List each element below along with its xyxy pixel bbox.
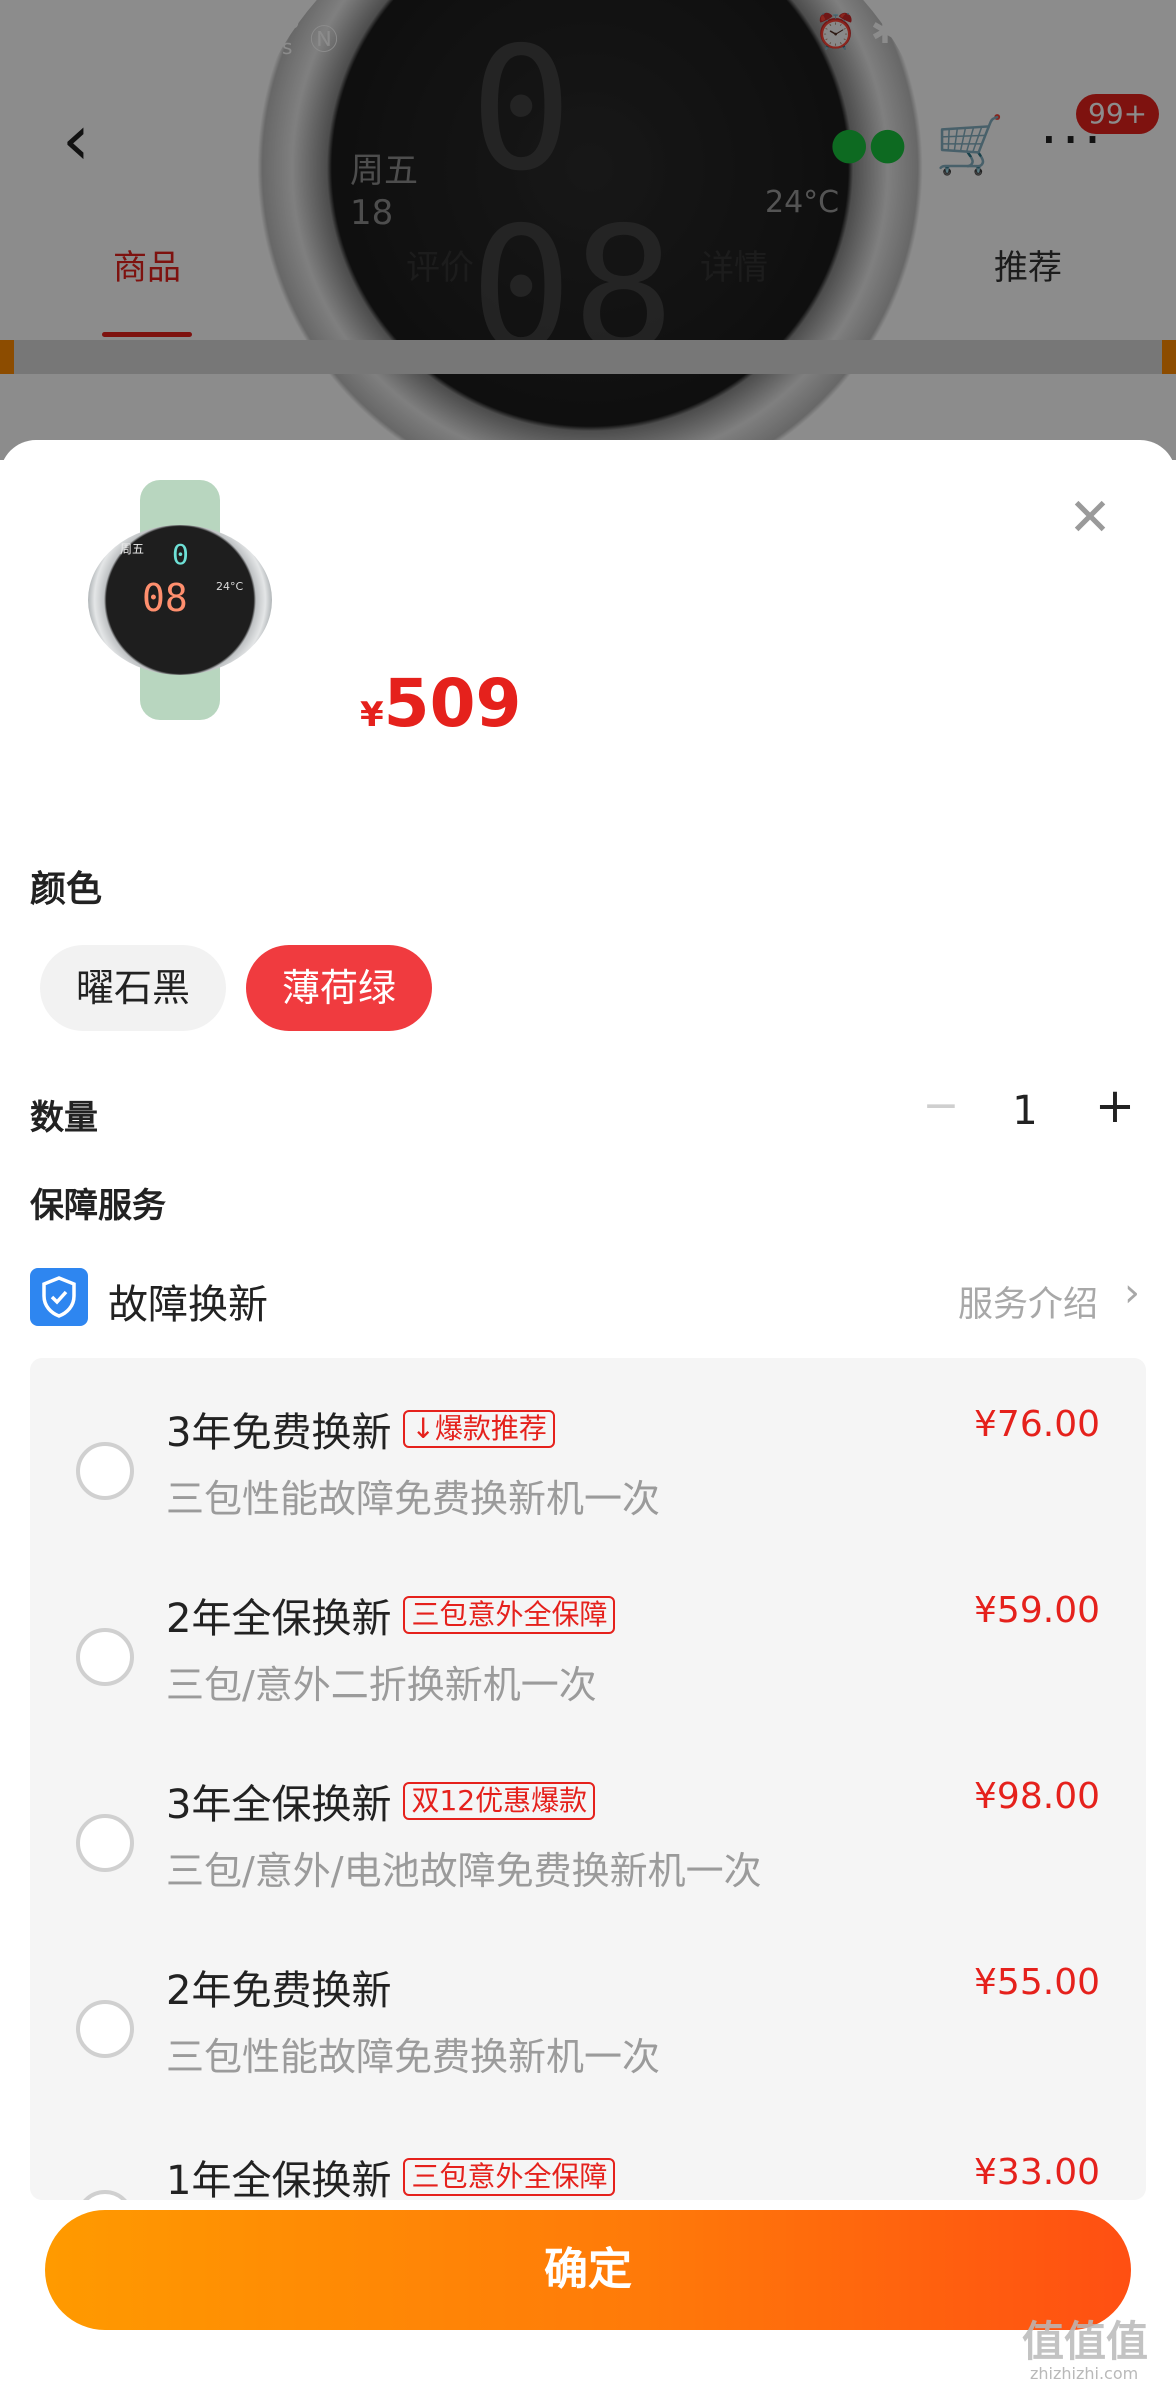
plan-title-row: 3年全保换新 双12优惠爆款 <box>166 1772 596 1830</box>
thumb-day: 周五 <box>120 542 145 556</box>
plan-tag: ↓爆款推荐 <box>403 1410 555 1448</box>
service-name: 故障换新 <box>108 1282 268 1328</box>
plan-item[interactable]: 2年免费换新 三包性能故障免费换新机一次 ¥55.00 <box>30 1938 1146 2124</box>
quantity-value[interactable]: 1 <box>1000 1088 1050 1134</box>
plan-radio[interactable] <box>76 2000 134 2058</box>
service-section-title: 保障服务 <box>30 1186 166 1226</box>
plan-title: 2年全保换新 <box>166 1596 392 1642</box>
color-section-title: 颜色 <box>30 869 103 910</box>
plan-title-row: 2年免费换新 <box>166 1958 391 2016</box>
thumb-temp: 24°C <box>216 580 244 593</box>
plan-tag: 双12优惠爆款 <box>403 1782 596 1820</box>
plan-title-row: 3年免费换新 ↓爆款推荐 <box>166 1400 555 1458</box>
plan-price: ¥98.00 <box>974 1776 1100 1817</box>
confirm-button[interactable]: 确定 <box>45 2210 1131 2330</box>
price-currency: ¥ <box>360 695 384 735</box>
modal-overlay[interactable] <box>0 0 1176 460</box>
watermark-logo: 值值值 <box>1022 2317 1149 2366</box>
price-value: 509 <box>383 665 522 742</box>
color-option-mint-green[interactable]: 薄荷绿 <box>246 945 432 1031</box>
plan-description: 三包/意外二折换新机一次 <box>166 1663 597 1707</box>
plan-price: ¥59.00 <box>974 1590 1100 1631</box>
color-option-black[interactable]: 曜石黑 <box>40 945 226 1031</box>
close-icon[interactable]: ✕ <box>1060 488 1120 548</box>
thumb-minute: 08 <box>142 576 188 620</box>
plan-title-row: 2年全保换新 三包意外全保障 <box>166 1586 616 1644</box>
plan-title: 3年免费换新 <box>166 1410 392 1456</box>
plan-radio[interactable] <box>76 1628 134 1686</box>
plan-title: 3年全保换新 <box>166 1782 392 1828</box>
plan-item[interactable]: 2年全保换新 三包意外全保障 三包/意外二折换新机一次 ¥59.00 <box>30 1566 1146 1752</box>
plan-description: 三包/意外/电池故障免费换新机一次 <box>166 1849 762 1893</box>
shield-icon <box>30 1268 88 1326</box>
service-intro-link[interactable]: 服务介绍 <box>958 1276 1098 1327</box>
product-thumbnail: 周五 0 08 24°C <box>80 480 280 720</box>
confirm-bar: 确定 <box>0 2200 1176 2400</box>
plan-description: 三包性能故障免费换新机一次 <box>166 1477 661 1521</box>
quantity-increment-button[interactable]: + <box>1090 1078 1140 1134</box>
plan-item[interactable]: 1年全保换新 三包意外全保障 ¥33.00 <box>30 2128 1146 2200</box>
plan-item[interactable]: 3年全保换新 双12优惠爆款 三包/意外/电池故障免费换新机一次 ¥98.00 <box>30 1752 1146 1938</box>
plan-radio[interactable] <box>76 1442 134 1500</box>
plan-price: ¥33.00 <box>974 2152 1100 2193</box>
service-plan-list: 3年免费换新 ↓爆款推荐 三包性能故障免费换新机一次 ¥76.00 2年全保换新… <box>30 1358 1146 2200</box>
plan-title: 2年免费换新 <box>166 1968 392 2014</box>
chevron-right-icon[interactable]: › <box>1124 1270 1140 1316</box>
watermark-url: zhizhizhi.com <box>1030 2364 1139 2383</box>
quantity-decrement-button[interactable]: − <box>916 1080 966 1131</box>
plan-title: 1年全保换新 <box>166 2158 392 2200</box>
plan-tag: 三包意外全保障 <box>403 2158 616 2196</box>
price: ¥509 <box>360 665 521 742</box>
thumb-hour: 0 <box>172 538 189 571</box>
plan-title-row: 1年全保换新 三包意外全保障 <box>166 2148 616 2200</box>
plan-tag: 三包意外全保障 <box>403 1596 616 1634</box>
quantity-label: 数量 <box>30 1098 98 1138</box>
sku-selection-sheet: ✕ 周五 0 08 24°C ¥509 颜色 曜石黑 薄荷绿 数量 − 1 + … <box>0 440 1176 2400</box>
plan-description: 三包性能故障免费换新机一次 <box>166 2035 661 2079</box>
plan-item[interactable]: 3年免费换新 ↓爆款推荐 三包性能故障免费换新机一次 ¥76.00 <box>30 1380 1146 1566</box>
plan-radio[interactable] <box>76 1814 134 1872</box>
plan-radio[interactable] <box>76 2190 134 2200</box>
plan-price: ¥76.00 <box>974 1404 1100 1445</box>
plan-price: ¥55.00 <box>974 1962 1100 2003</box>
